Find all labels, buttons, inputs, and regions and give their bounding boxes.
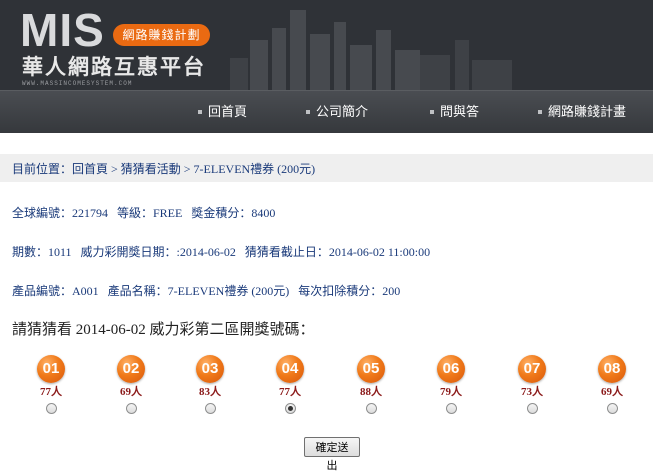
lottery-ball: 05 bbox=[357, 355, 385, 383]
logo-text: MIS bbox=[20, 4, 105, 56]
choice-07: 07 73人 bbox=[512, 355, 552, 414]
nav-item-about[interactable]: 公司簡介 bbox=[306, 104, 368, 121]
lottery-ball: 06 bbox=[437, 355, 465, 383]
choice-radio[interactable] bbox=[204, 403, 216, 414]
choice-06: 06 79人 bbox=[431, 355, 471, 414]
nav-item-home[interactable]: 回首頁 bbox=[198, 104, 247, 121]
choice-radio[interactable] bbox=[125, 403, 137, 414]
logo-url: WWW.MASSINCOMESYSTEM.COM bbox=[22, 80, 133, 87]
nav-item-faq[interactable]: 問與答 bbox=[430, 104, 479, 121]
vote-count: 69人 bbox=[601, 386, 623, 398]
choice-radio-selected[interactable] bbox=[284, 403, 296, 414]
choice-02: 02 69人 bbox=[111, 355, 151, 414]
product-info: 產品編號：A001 產品名稱：7-ELEVEN禮券 (200元) 每次扣除積分：… bbox=[12, 284, 401, 298]
square-bullet-icon bbox=[198, 109, 202, 114]
square-bullet-icon bbox=[306, 109, 310, 114]
vote-count: 83人 bbox=[199, 386, 221, 398]
square-bullet-icon bbox=[538, 109, 542, 114]
choice-radio[interactable] bbox=[45, 403, 57, 414]
logo-badge: 網路賺錢計劃 bbox=[113, 24, 210, 46]
breadcrumb: 目前位置：回首頁 > 猜猜看活動 > 7-ELEVEN禮券 (200元) bbox=[0, 154, 653, 182]
square-bullet-icon bbox=[430, 109, 434, 114]
lottery-ball: 04 bbox=[276, 355, 304, 383]
choice-01: 01 77人 bbox=[31, 355, 71, 414]
breadcrumb-text[interactable]: 目前位置：回首頁 > 猜猜看活動 > 7-ELEVEN禮券 (200元) bbox=[12, 160, 315, 177]
main-nav: 回首頁 公司簡介 問與答 網路賺錢計畫 bbox=[0, 90, 653, 133]
choice-radio[interactable] bbox=[606, 403, 618, 414]
choice-radio[interactable] bbox=[526, 403, 538, 414]
choice-radio[interactable] bbox=[365, 403, 377, 414]
logo-subtitle: 華人網路互惠平台 bbox=[22, 55, 206, 79]
vote-count: 69人 bbox=[120, 386, 142, 398]
site-header: MIS 網路賺錢計劃 華人網路互惠平台 WWW.MASSINCOMESYSTEM… bbox=[0, 0, 653, 133]
lottery-ball: 02 bbox=[117, 355, 145, 383]
lottery-ball: 08 bbox=[598, 355, 626, 383]
vote-count: 88人 bbox=[360, 386, 382, 398]
submit-button[interactable]: 確定送出 bbox=[304, 437, 360, 472]
header-banner: MIS 網路賺錢計劃 華人網路互惠平台 WWW.MASSINCOMESYSTEM… bbox=[0, 0, 653, 90]
question-text: 請猜猜看 2014-06-02 威力彩第二區開獎號碼： bbox=[12, 322, 315, 338]
choice-radio[interactable] bbox=[445, 403, 457, 414]
choice-03: 03 83人 bbox=[190, 355, 230, 414]
vote-count: 77人 bbox=[279, 386, 301, 398]
vote-count: 79人 bbox=[440, 386, 462, 398]
vote-count: 73人 bbox=[521, 386, 543, 398]
lottery-ball: 07 bbox=[518, 355, 546, 383]
lottery-ball: 03 bbox=[196, 355, 224, 383]
choice-04: 04 77人 bbox=[270, 355, 310, 414]
nav-item-plan[interactable]: 網路賺錢計畫 bbox=[538, 104, 626, 121]
lottery-ball: 01 bbox=[37, 355, 65, 383]
ball-choices: 01 77人 02 69人 03 83人 04 77人 05 88人 06 79… bbox=[0, 355, 653, 425]
vote-count: 77人 bbox=[40, 386, 62, 398]
member-info: 全球編號：221794 等級：FREE 獎金積分：8400 bbox=[12, 206, 276, 220]
draw-info: 期數：1011 威力彩開獎日期：:2014-06-02 猜猜看截止日：2014-… bbox=[12, 245, 431, 259]
choice-08: 08 69人 bbox=[592, 355, 632, 414]
choice-05: 05 88人 bbox=[351, 355, 391, 414]
